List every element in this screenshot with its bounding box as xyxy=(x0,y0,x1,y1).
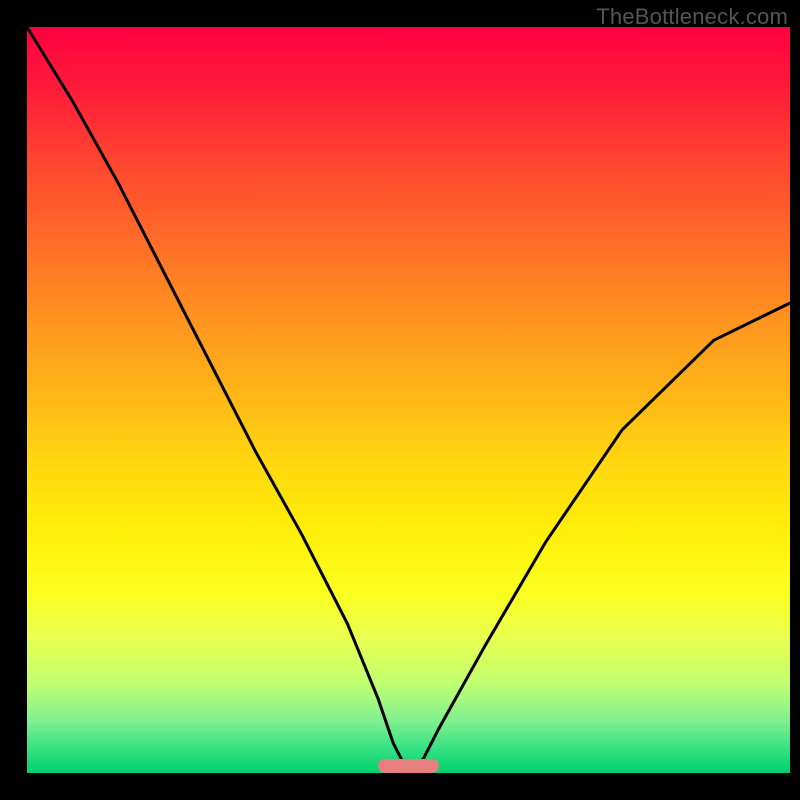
watermark-text: TheBottleneck.com xyxy=(596,4,788,30)
chart-plot-area xyxy=(27,27,790,773)
optimal-range-marker xyxy=(378,759,439,773)
bottleneck-curve xyxy=(27,27,790,773)
